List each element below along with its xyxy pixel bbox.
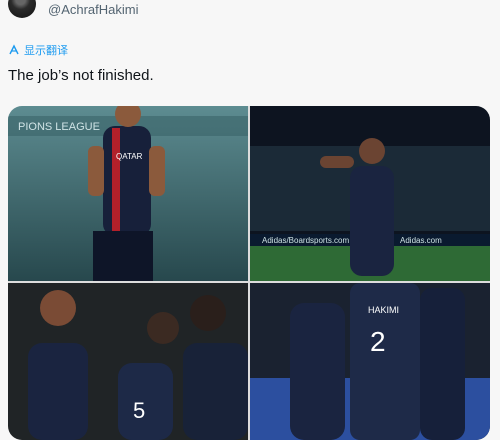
- media-photo-3[interactable]: 5: [8, 283, 248, 440]
- jersey-number: 5: [133, 398, 145, 423]
- team-celebration-image: HAKIMI 2: [250, 283, 490, 440]
- sponsor-text: QATAR: [116, 152, 143, 161]
- board-text-1: Adidas/Boardsports.com: [262, 236, 349, 245]
- player-celebrating-image: Adidas/Boardsports.com Adidas.com: [250, 106, 490, 281]
- media-photo-4[interactable]: HAKIMI 2: [250, 283, 490, 440]
- media-grid: PIONS LEAGUE QATAR Adidas/Boardsports.co…: [8, 106, 490, 440]
- media-photo-2[interactable]: Adidas/Boardsports.com Adidas.com: [250, 106, 490, 281]
- author-handle[interactable]: @AchrafHakimi: [48, 2, 139, 17]
- sign-text: PIONS LEAGUE: [18, 121, 100, 133]
- tweet-header: @AchrafHakimi: [0, 0, 500, 22]
- jersey-number: 2: [370, 326, 386, 357]
- player-standing-image: PIONS LEAGUE QATAR: [8, 106, 248, 281]
- avatar[interactable]: [8, 0, 36, 18]
- media-photo-1[interactable]: PIONS LEAGUE QATAR: [8, 106, 248, 281]
- tweet-text: The job’s not finished.: [8, 67, 154, 84]
- translate-label: 显示翻译: [24, 45, 68, 57]
- translate-link[interactable]: 显示翻译: [8, 43, 68, 57]
- jersey-name: HAKIMI: [368, 305, 399, 315]
- board-text-2: Adidas.com: [400, 236, 442, 245]
- team-hug-image: 5: [8, 283, 248, 440]
- translate-icon: [9, 44, 19, 55]
